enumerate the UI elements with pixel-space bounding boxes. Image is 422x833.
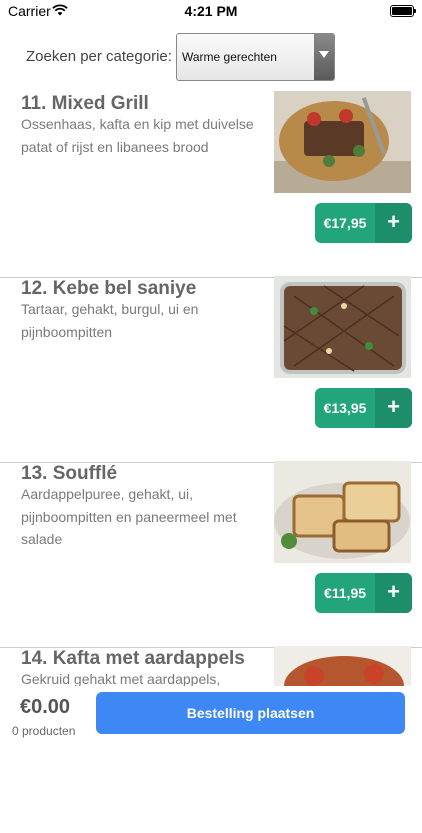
add-to-cart-button[interactable]: €17,95 + [315, 203, 412, 243]
item-photo [274, 91, 411, 193]
item-price: €13,95 [323, 400, 367, 416]
item-description: Aardappelpuree, gehakt, ui, pijnboompitt… [21, 486, 237, 547]
item-title: 14. Kafta met aardappels [21, 648, 245, 669]
item-price: €17,95 [323, 215, 367, 231]
dropdown-arrow-icon [314, 34, 334, 80]
category-select-value: Warme gerechten [182, 50, 277, 64]
item-title: 13. Soufflé [21, 463, 118, 484]
add-to-cart-button[interactable]: €13,95 + [315, 388, 412, 428]
cart-bar: €0.00 0 producten Bestelling plaatsen [0, 686, 422, 750]
item-description: Ossenhaas, kafta en kip met duivelse pat… [21, 116, 254, 155]
menu-item: 11. Mixed Grill Ossenhaas, kafta en kip … [0, 91, 422, 278]
filter-label: Zoeken per categorie: [26, 48, 172, 65]
item-price: €11,95 [323, 585, 367, 601]
item-photo [274, 461, 411, 563]
menu-item: 12. Kebe bel saniye Tartaar, gehakt, bur… [0, 276, 422, 463]
plus-icon: + [375, 388, 412, 428]
item-title: 11. Mixed Grill [21, 93, 149, 114]
plus-icon: + [375, 573, 412, 613]
cart-total: €0.00 [20, 696, 71, 718]
status-bar: Carrier 4:21 PM [0, 0, 422, 22]
clock: 4:21 PM [184, 3, 238, 19]
category-select[interactable]: Warme gerechten [176, 33, 335, 81]
add-to-cart-button[interactable]: €11,95 + [315, 573, 412, 613]
battery-icon [390, 5, 416, 17]
menu-item: 13. Soufflé Aardappelpuree, gehakt, ui, … [0, 461, 422, 648]
plus-icon: + [375, 203, 412, 243]
place-order-button[interactable]: Bestelling plaatsen [96, 692, 405, 734]
item-description: Tartaar, gehakt, burgul, ui en pijnboomp… [21, 301, 199, 340]
item-photo [274, 276, 411, 378]
cart-count: 0 producten [12, 724, 76, 738]
item-title: 12. Kebe bel saniye [21, 278, 197, 299]
